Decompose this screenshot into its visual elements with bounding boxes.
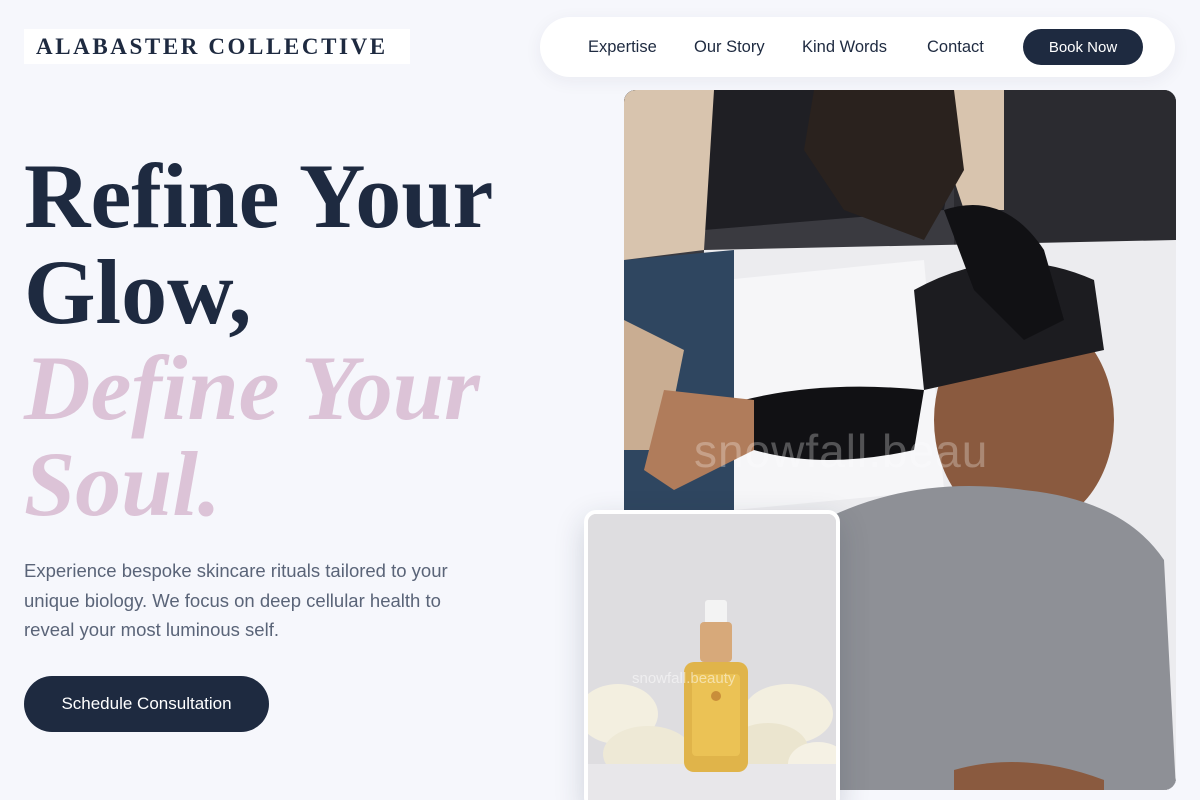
book-now-button[interactable]: Book Now <box>1023 29 1143 65</box>
hero-title-line: Refine Your <box>24 145 494 247</box>
product-watermark: snowfall.beauty <box>632 670 736 687</box>
nav-link-our-story[interactable]: Our Story <box>694 17 765 77</box>
nav-link-contact[interactable]: Contact <box>927 17 984 77</box>
top-navigation: Expertise Our Story Kind Words Contact B… <box>540 17 1175 77</box>
oil-bottle-illustration <box>588 514 836 800</box>
hero-title: Refine Your Glow, Define Your Soul. <box>24 148 584 532</box>
hero-description: Experience bespoke skincare rituals tail… <box>24 560 448 640</box>
nav-link-expertise[interactable]: Expertise <box>588 17 657 77</box>
hero-title-line: Glow, <box>24 241 252 343</box>
product-photo: snowfall.beauty <box>584 510 840 800</box>
nav-link-kind-words[interactable]: Kind Words <box>802 17 887 77</box>
schedule-consultation-button[interactable]: Schedule Consultation <box>24 676 269 732</box>
hero-accent-line: Define Your <box>24 337 480 439</box>
brand-logo[interactable]: ALABASTER COLLECTIVE <box>24 29 410 64</box>
hero-accent-line: Soul. <box>24 433 221 535</box>
image-watermark: snowfall.beau <box>694 425 989 477</box>
